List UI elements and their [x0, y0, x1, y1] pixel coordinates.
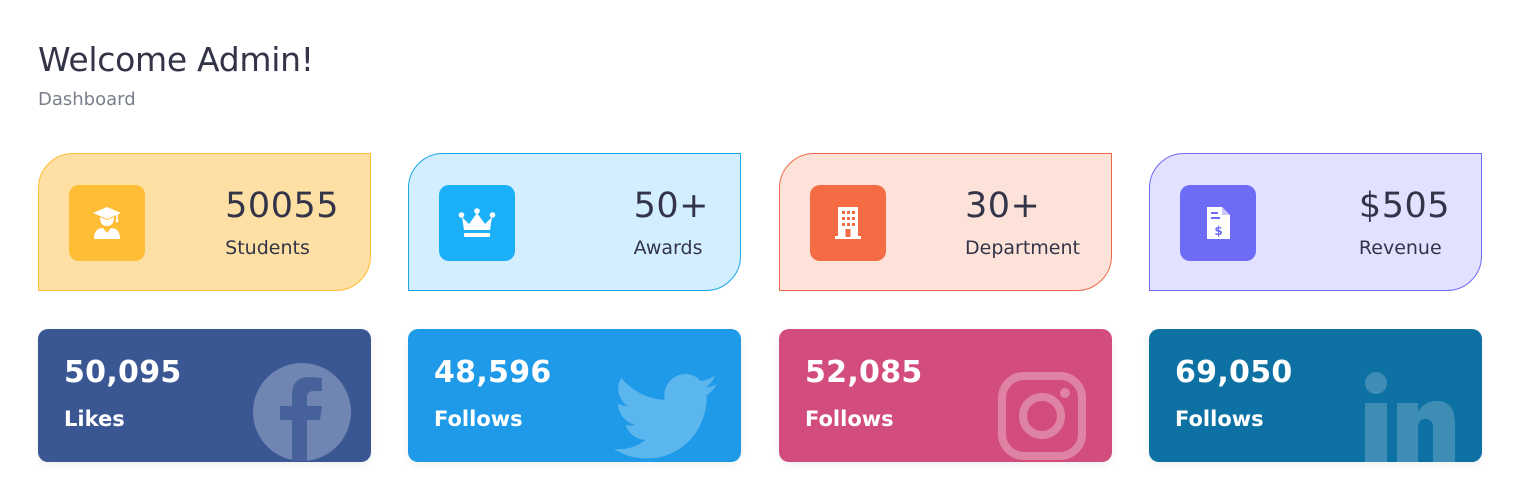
stat-value: $505: [1358, 186, 1450, 226]
stat-value: 50+: [633, 186, 709, 226]
social-label: Follows: [434, 407, 523, 431]
social-label: Likes: [64, 407, 125, 431]
instagram-icon: [998, 372, 1086, 460]
social-value: 52,085: [805, 355, 923, 390]
stat-info: 30+ Department: [965, 184, 1080, 260]
breadcrumb[interactable]: Dashboard: [38, 88, 314, 112]
stat-info: 50+ Awards: [634, 184, 709, 260]
social-label: Follows: [1175, 407, 1264, 431]
social-label: Follows: [805, 407, 894, 431]
stat-info: 50055 Students: [225, 184, 339, 260]
stat-label: Awards: [633, 237, 703, 259]
stat-card-students: 50055 Students: [38, 153, 371, 291]
social-card-linkedin[interactable]: 69,050 Follows: [1149, 329, 1482, 462]
social-value: 69,050: [1175, 355, 1293, 390]
crown-icon: [439, 185, 515, 261]
page-header: Welcome Admin! Dashboard: [38, 38, 314, 112]
social-card-facebook[interactable]: 50,095 Likes: [38, 329, 371, 462]
stat-card-department: 30+ Department: [779, 153, 1112, 291]
social-card-twitter[interactable]: 48,596 Follows: [408, 329, 741, 462]
stat-label: Department: [965, 237, 1080, 259]
building-icon: [810, 185, 886, 261]
stat-card-awards: 50+ Awards: [408, 153, 741, 291]
graduate-icon: [69, 185, 145, 261]
invoice-icon: $: [1180, 185, 1256, 261]
stat-info: $505 Revenue: [1359, 184, 1450, 260]
page-title: Welcome Admin!: [38, 40, 314, 79]
social-value: 48,596: [434, 355, 552, 390]
stat-label: Students: [225, 237, 310, 259]
twitter-icon: [614, 374, 718, 459]
facebook-icon: [253, 363, 351, 462]
stat-value: 30+: [965, 186, 1041, 226]
social-card-instagram[interactable]: 52,085 Follows: [779, 329, 1112, 462]
svg-text:$: $: [1214, 224, 1222, 238]
linkedin-icon: [1365, 372, 1455, 462]
social-value: 50,095: [64, 355, 182, 390]
stat-card-revenue: $ $505 Revenue: [1149, 153, 1482, 291]
stat-value: 50055: [225, 186, 339, 226]
stat-label: Revenue: [1358, 237, 1442, 259]
